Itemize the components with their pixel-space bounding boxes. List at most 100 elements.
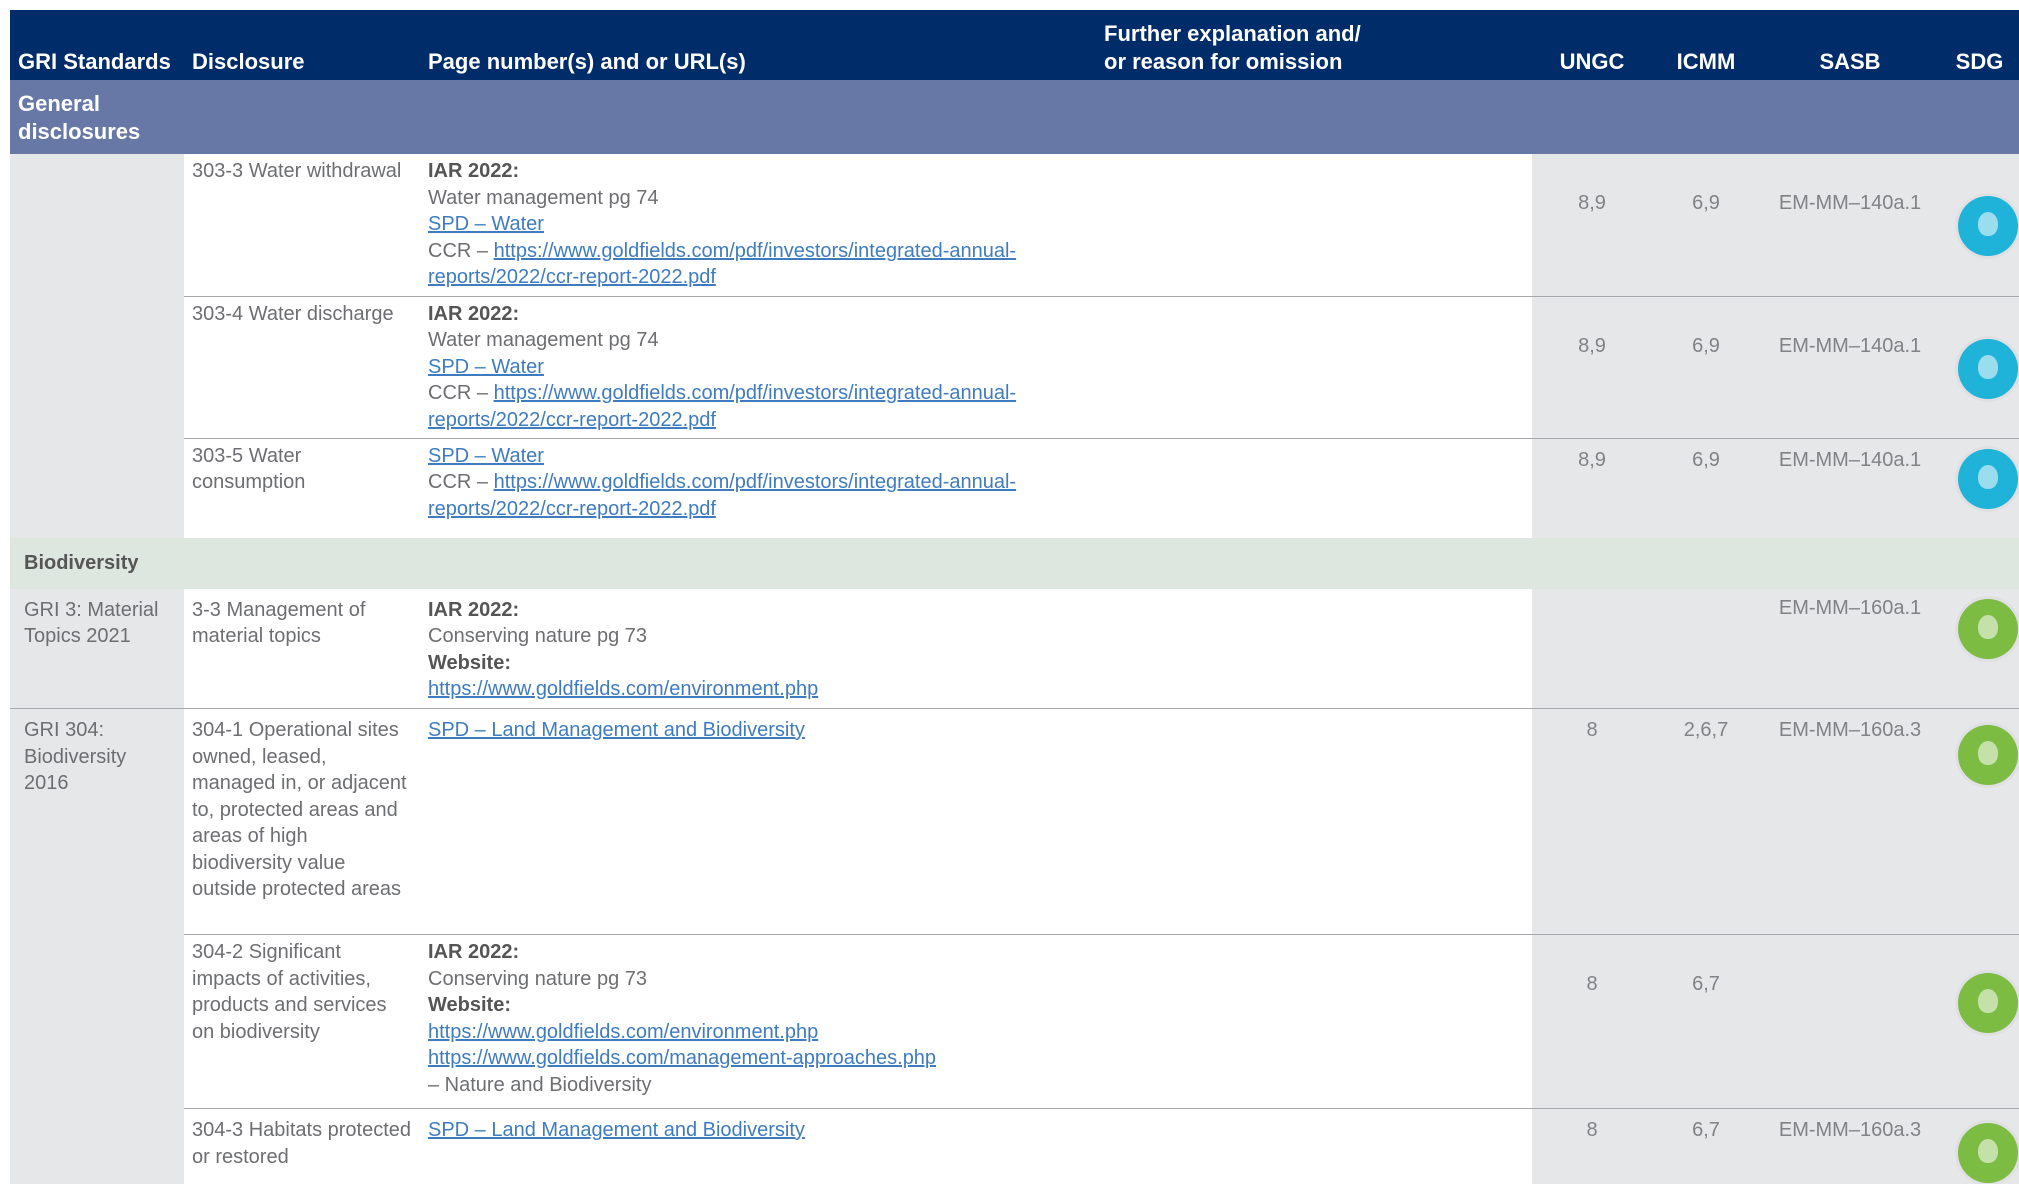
ungc-cell: 8,9 — [1532, 296, 1652, 439]
sdg-15-life-on-land-icon — [1958, 1123, 2018, 1183]
explanation-cell — [1096, 154, 1532, 297]
icmm-cell: 6,7 — [1652, 1108, 1760, 1184]
ccr-prefix: CCR – — [428, 382, 494, 404]
col-further-explanation-line1: Further explanation and/ — [1104, 21, 1361, 46]
disclosure-cell: 303-5 Water consumption — [184, 438, 420, 538]
col-further-explanation: Further explanation and/ or reason for o… — [1096, 10, 1532, 80]
ungc-cell: 8,9 — [1532, 438, 1652, 538]
sdg-cell — [1940, 154, 2019, 297]
spd-land-biodiversity-link[interactable]: SPD – Land Management and Biodiversity — [428, 1119, 805, 1141]
table-row: 303-4 Water discharge IAR 2022: Water ma… — [10, 296, 2019, 439]
ccr-report-link[interactable]: https://www.goldfields.com/pdf/investors… — [494, 471, 1017, 493]
page-cell: IAR 2022: Water management pg 74 SPD – W… — [420, 154, 1096, 297]
ccr-report-link[interactable]: https://www.goldfields.com/pdf/investors… — [494, 382, 1017, 404]
subsection-title: Biodiversity — [10, 538, 2019, 589]
table-row: 303-3 Water withdrawal IAR 2022: Water m… — [10, 154, 2019, 538]
spd-water-link[interactable]: SPD – Water — [428, 445, 544, 467]
gri-standard-cell: GRI 3: Material Topics 2021 — [10, 588, 184, 709]
section-title-line2: disclosures — [18, 119, 141, 144]
col-disclosure: Disclosure — [184, 10, 420, 80]
icmm-cell: 6,9 — [1652, 438, 1760, 538]
page-text: Water management pg 74 — [428, 329, 659, 351]
disclosure-cell: 3-3 Management of material topics — [184, 588, 420, 709]
explanation-cell — [1096, 1108, 1532, 1184]
sdg-cell — [1940, 1108, 2019, 1184]
spd-land-biodiversity-link[interactable]: SPD – Land Management and Biodiversity — [428, 719, 805, 741]
page-text-tail: – Nature and Biodiversity — [428, 1073, 652, 1096]
environment-link[interactable]: https://www.goldfields.com/environment.p… — [428, 1021, 818, 1043]
ccr-report-link[interactable]: https://www.goldfields.com/pdf/investors… — [494, 240, 1017, 262]
section-row-biodiversity: Biodiversity — [10, 538, 2019, 589]
table-header-row: GRI Standards Disclosure Page number(s) … — [10, 10, 2019, 80]
icmm-cell: 6,9 — [1652, 296, 1760, 439]
iar-label: IAR 2022: — [428, 160, 520, 182]
ccr-report-link-cont[interactable]: reports/2022/ccr-report-2022.pdf — [428, 498, 716, 520]
sasb-cell: EM-MM–160a.3 — [1760, 708, 1940, 935]
table-row: 303-5 Water consumption SPD – Water CCR … — [10, 438, 2019, 538]
sasb-cell: EM-MM–140a.1 — [1760, 154, 1940, 297]
iar-label: IAR 2022: — [428, 941, 520, 963]
page-text: Conserving nature pg 73 — [428, 967, 648, 990]
table-row: 304-2 Significant impacts of activities,… — [10, 934, 2019, 1109]
table-row: 304-3 Habitats protected or restored SPD… — [10, 1108, 2019, 1184]
ungc-cell — [1532, 588, 1652, 709]
management-approaches-link[interactable]: https://www.goldfields.com/management-ap… — [428, 1047, 936, 1069]
page-cell: IAR 2022: Conserving nature pg 73 Websit… — [420, 588, 1096, 709]
disclosure-cell: 304-1 Operational sites owned, leased, m… — [184, 708, 420, 935]
environment-link[interactable]: https://www.goldfields.com/environment.p… — [428, 678, 818, 700]
col-icmm: ICMM — [1652, 10, 1760, 80]
sasb-cell: EM-MM–160a.3 — [1760, 1108, 1940, 1184]
disclosure-cell: 304-3 Habitats protected or restored — [184, 1108, 420, 1184]
sdg-15-life-on-land-icon — [1958, 973, 2018, 1033]
iar-label: IAR 2022: — [428, 598, 520, 621]
sdg-cell — [1940, 438, 2019, 538]
gri-content-index-table: GRI Standards Disclosure Page number(s) … — [10, 10, 2019, 1184]
sdg-cell — [1940, 934, 2019, 1109]
disclosure-cell: 303-3 Water withdrawal — [184, 154, 420, 297]
sdg-6-clean-water-icon — [1958, 196, 2018, 256]
sdg-15-life-on-land-icon — [1958, 725, 2018, 785]
sasb-cell: EM-MM–140a.1 — [1760, 296, 1940, 439]
page-cell: SPD – Land Management and Biodiversity — [420, 1108, 1096, 1184]
explanation-cell — [1096, 708, 1532, 935]
ungc-cell: 8,9 — [1532, 154, 1652, 297]
explanation-cell — [1096, 588, 1532, 709]
page-text: Water management pg 74 — [428, 186, 659, 209]
ccr-report-link-cont[interactable]: reports/2022/ccr-report-2022.pdf — [428, 409, 716, 431]
spd-water-link[interactable]: SPD – Water — [428, 356, 544, 378]
ccr-report-link-cont[interactable]: reports/2022/ccr-report-2022.pdf — [428, 266, 716, 288]
icmm-cell: 6,7 — [1652, 934, 1760, 1109]
icmm-cell: 6,9 — [1652, 154, 1760, 297]
sdg-cell — [1940, 708, 2019, 935]
disclosure-cell: 303-4 Water discharge — [184, 296, 420, 439]
table-row: GRI 304: Biodiversity 2016 304-1 Operati… — [10, 708, 2019, 1184]
website-label: Website: — [428, 651, 511, 674]
sasb-cell: EM-MM–160a.1 — [1760, 588, 1940, 709]
sasb-cell — [1760, 934, 1940, 1109]
spd-water-link[interactable]: SPD – Water — [428, 213, 544, 235]
col-sdg: SDG — [1940, 10, 2019, 80]
page-cell: IAR 2022: Conserving nature pg 73 Websit… — [420, 934, 1096, 1109]
sdg-6-clean-water-icon — [1958, 448, 2018, 509]
col-ungc: UNGC — [1532, 10, 1652, 80]
explanation-cell — [1096, 296, 1532, 439]
disclosure-cell: 304-2 Significant impacts of activities,… — [184, 934, 420, 1109]
gri-standard-cell-empty — [10, 154, 184, 538]
sdg-cell — [1940, 296, 2019, 439]
ungc-cell: 8 — [1532, 1108, 1652, 1184]
page-cell: IAR 2022: Water management pg 74 SPD – W… — [420, 296, 1096, 439]
page-cell: SPD – Water CCR – https://www.goldfields… — [420, 438, 1096, 538]
icmm-cell — [1652, 588, 1760, 709]
section-title-line1: General — [18, 91, 100, 116]
sdg-15-life-on-land-icon — [1958, 598, 2018, 659]
col-page-numbers: Page number(s) and or URL(s) — [420, 10, 1096, 80]
icmm-cell: 2,6,7 — [1652, 708, 1760, 935]
sasb-cell: EM-MM–140a.1 — [1760, 438, 1940, 538]
sdg-6-clean-water-icon — [1958, 338, 2018, 399]
col-sasb: SASB — [1760, 10, 1940, 80]
gri-standard-cell: GRI 304: Biodiversity 2016 — [10, 708, 184, 1184]
col-gri-standards: GRI Standards — [10, 10, 184, 80]
explanation-cell — [1096, 438, 1532, 538]
ccr-prefix: CCR – — [428, 471, 494, 493]
ungc-cell: 8 — [1532, 934, 1652, 1109]
